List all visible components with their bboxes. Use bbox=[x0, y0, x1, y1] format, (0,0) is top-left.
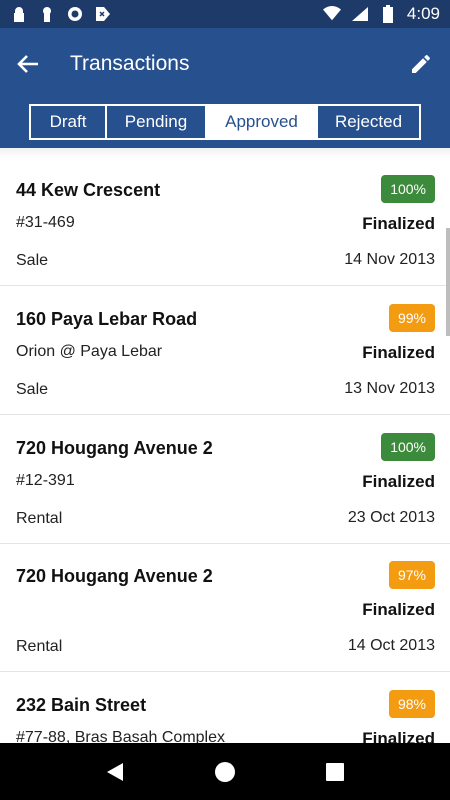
tabs-bar: Draft Pending Approved Rejected bbox=[0, 100, 450, 148]
transaction-unit: #31-469 bbox=[16, 214, 75, 231]
transaction-type: Sale bbox=[16, 381, 49, 398]
completion-badge: 97% bbox=[388, 561, 435, 589]
app-bar: Transactions bbox=[0, 28, 450, 100]
scrollbar[interactable] bbox=[446, 228, 450, 336]
tab-rejected[interactable]: Rejected bbox=[318, 106, 419, 138]
tab-approved[interactable]: Approved bbox=[207, 106, 318, 138]
completion-badge: 100% bbox=[381, 175, 435, 203]
transaction-type: Sale bbox=[16, 252, 49, 269]
transaction-date: 23 Oct 2013 bbox=[347, 509, 435, 526]
tab-pending[interactable]: Pending bbox=[107, 106, 207, 138]
transaction-status: Finalized bbox=[362, 472, 435, 491]
wifi-icon bbox=[322, 5, 341, 23]
record-icon bbox=[66, 5, 84, 23]
tab-draft[interactable]: Draft bbox=[31, 106, 107, 138]
transaction-address: 232 Bain Street bbox=[16, 695, 147, 715]
transaction-unit: #12-391 bbox=[16, 472, 75, 489]
transaction-type: Rental bbox=[16, 638, 63, 655]
transaction-address: 720 Hougang Avenue 2 bbox=[16, 566, 213, 586]
transaction-item[interactable]: 720 Hougang Avenue 2 Rental 97% Finalize… bbox=[0, 544, 450, 672]
transaction-list[interactable]: 44 Kew Crescent #31-469 Sale 100% Finali… bbox=[0, 148, 450, 743]
transaction-status: Finalized bbox=[362, 600, 435, 619]
transaction-item[interactable]: 44 Kew Crescent #31-469 Sale 100% Finali… bbox=[0, 158, 450, 286]
completion-badge: 99% bbox=[388, 304, 435, 332]
signal-icon bbox=[351, 5, 369, 23]
back-triangle-icon[interactable] bbox=[100, 757, 130, 787]
lock-icon bbox=[10, 5, 28, 23]
transaction-status: Finalized bbox=[362, 729, 435, 743]
keyhole-icon bbox=[38, 5, 56, 23]
home-circle-icon[interactable] bbox=[210, 757, 240, 787]
completion-badge: 100% bbox=[381, 433, 435, 461]
transaction-type: Rental bbox=[16, 510, 63, 527]
clock: 4:09 bbox=[406, 4, 440, 23]
completion-badge: 98% bbox=[388, 690, 435, 718]
transaction-address: 160 Paya Lebar Road bbox=[16, 309, 198, 329]
page-title: Transactions bbox=[70, 52, 190, 75]
transaction-date: 13 Nov 2013 bbox=[344, 380, 435, 397]
segmented-tabs: Draft Pending Approved Rejected bbox=[29, 104, 421, 140]
transaction-status: Finalized bbox=[362, 343, 435, 362]
transaction-unit: Orion @ Paya Lebar bbox=[16, 343, 163, 360]
battery-icon bbox=[379, 5, 397, 23]
transaction-status: Finalized bbox=[362, 214, 435, 233]
list-top-shadow bbox=[0, 148, 450, 158]
status-bar: 4:09 bbox=[0, 0, 450, 28]
transaction-unit: #77-88, Bras Basah Complex bbox=[16, 729, 225, 743]
transaction-item[interactable]: 160 Paya Lebar Road Orion @ Paya Lebar S… bbox=[0, 287, 450, 415]
transaction-address: 44 Kew Crescent bbox=[16, 180, 161, 200]
transaction-date: 14 Nov 2013 bbox=[344, 251, 435, 268]
transaction-date: 14 Oct 2013 bbox=[347, 637, 435, 654]
back-arrow-icon[interactable] bbox=[16, 52, 40, 76]
recents-square-icon[interactable] bbox=[320, 757, 350, 787]
system-nav-bar bbox=[0, 743, 450, 800]
edit-pencil-icon[interactable] bbox=[408, 51, 434, 77]
transaction-item[interactable]: 232 Bain Street #77-88, Bras Basah Compl… bbox=[0, 673, 450, 743]
app-notification-icon bbox=[94, 5, 112, 23]
transaction-item[interactable]: 720 Hougang Avenue 2 #12-391 Rental 100%… bbox=[0, 416, 450, 544]
transaction-address: 720 Hougang Avenue 2 bbox=[16, 438, 213, 458]
